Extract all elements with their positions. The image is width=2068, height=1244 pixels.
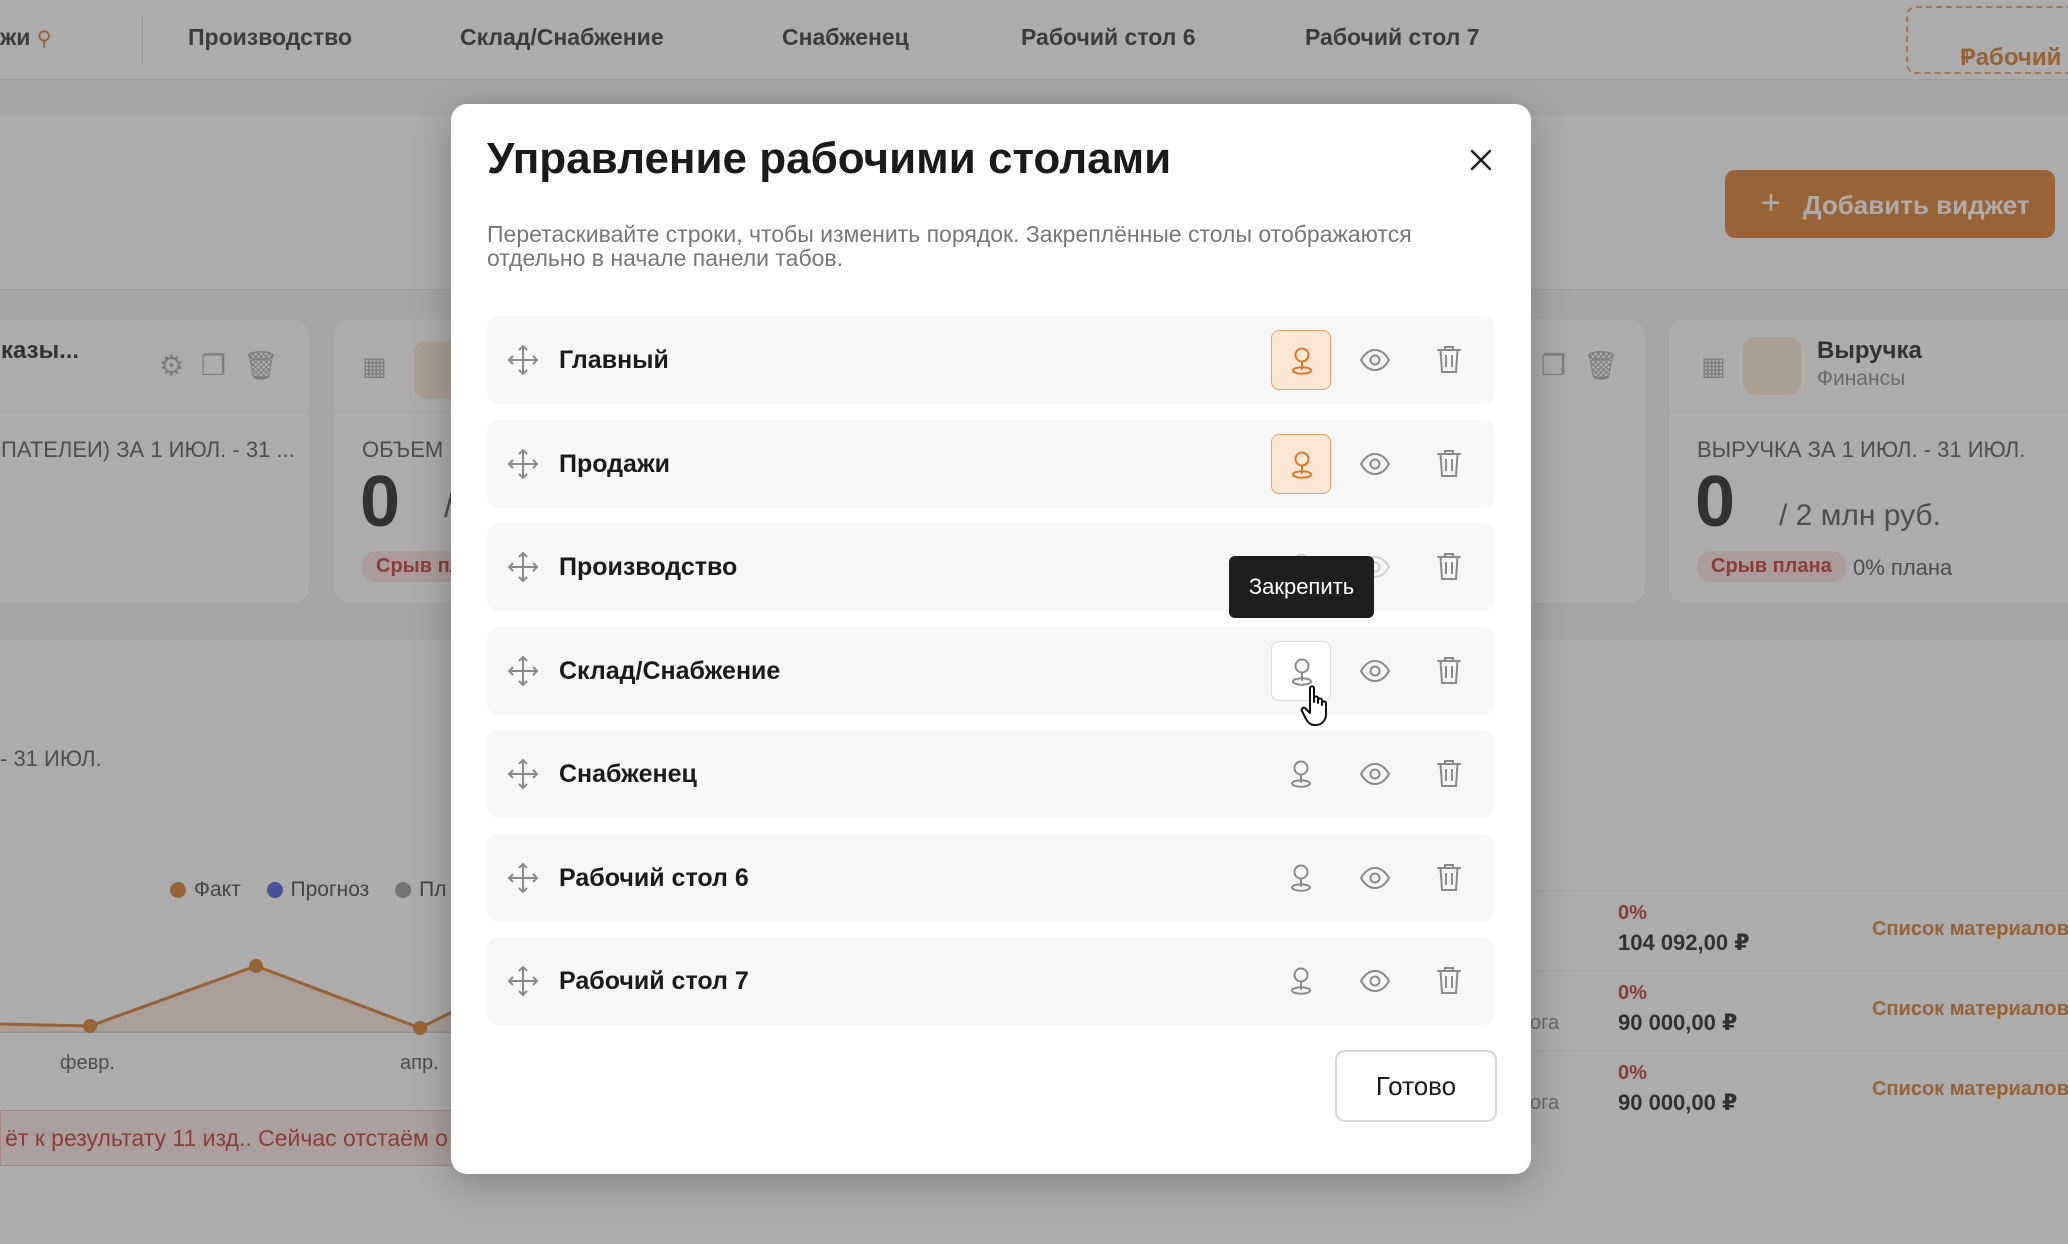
desk-name: Производство	[559, 553, 738, 581]
delete-button[interactable]	[1421, 436, 1477, 492]
eye-icon	[1359, 866, 1391, 889]
delete-button[interactable]	[1421, 953, 1477, 1009]
pin-icon	[1291, 864, 1311, 892]
drag-handle[interactable]	[501, 649, 545, 693]
drag-handle[interactable]	[501, 959, 545, 1003]
eye-icon	[1359, 762, 1391, 786]
pin-icon	[1291, 760, 1311, 788]
manage-desks-modal: Управление рабочими столами Перетаскивай…	[451, 104, 1531, 1174]
desk-row[interactable]: Рабочий стол 6	[487, 833, 1495, 922]
desk-name: Рабочий стол 6	[559, 863, 749, 892]
trash-icon	[1437, 863, 1461, 891]
pin-button[interactable]	[1271, 433, 1331, 494]
move-arrows-icon	[507, 448, 539, 479]
trash-icon	[1437, 967, 1461, 994]
visibility-button[interactable]	[1347, 953, 1403, 1009]
trash-icon	[1437, 449, 1461, 477]
desk-name: Рабочий стол 7	[559, 967, 749, 995]
desk-row[interactable]: Продажи	[487, 419, 1495, 508]
desk-row[interactable]: Главный	[487, 316, 1495, 404]
move-arrows-icon	[507, 344, 539, 376]
drag-handle[interactable]	[501, 545, 545, 589]
desk-row[interactable]: Рабочий стол 7	[487, 937, 1495, 1025]
pin-icon	[1292, 451, 1312, 479]
modal-title: Управление рабочими столами	[487, 134, 1172, 183]
pin-icon	[1292, 347, 1312, 375]
trash-icon	[1437, 553, 1461, 580]
done-button[interactable]: Готово	[1335, 1050, 1497, 1122]
pin-button[interactable]	[1271, 744, 1331, 804]
desk-name: Главный	[559, 346, 669, 374]
move-arrows-icon	[507, 551, 539, 583]
visibility-button[interactable]	[1347, 850, 1403, 906]
visibility-button[interactable]	[1347, 643, 1403, 699]
trash-icon	[1437, 346, 1461, 373]
eye-icon	[1359, 452, 1391, 475]
delete-button[interactable]	[1421, 643, 1477, 699]
drag-handle[interactable]	[501, 442, 545, 486]
pin-button[interactable]	[1271, 848, 1331, 908]
hand-cursor-icon	[1300, 685, 1327, 726]
move-arrows-icon	[507, 862, 539, 893]
eye-icon	[1359, 969, 1391, 993]
visibility-button[interactable]	[1347, 436, 1403, 492]
delete-button[interactable]	[1421, 332, 1477, 388]
desk-name: Склад/Снабжение	[559, 656, 781, 685]
eye-icon	[1359, 348, 1391, 372]
drag-handle[interactable]	[501, 752, 545, 796]
move-arrows-icon	[507, 965, 539, 997]
drag-handle[interactable]	[501, 856, 545, 900]
delete-button[interactable]	[1421, 746, 1477, 802]
visibility-button[interactable]	[1347, 332, 1403, 388]
move-arrows-icon	[507, 655, 539, 686]
pin-button[interactable]	[1271, 951, 1331, 1011]
drag-handle[interactable]	[501, 338, 545, 382]
pin-tooltip: Закрепить	[1229, 556, 1374, 618]
close-button[interactable]	[1461, 140, 1501, 180]
eye-icon	[1359, 659, 1391, 682]
pin-icon	[1291, 967, 1311, 995]
desk-row[interactable]: Склад/Снабжение	[487, 626, 1495, 715]
trash-icon	[1437, 656, 1461, 684]
visibility-button[interactable]	[1347, 746, 1403, 802]
desk-name: Продажи	[559, 449, 671, 478]
desk-name: Снабженец	[559, 760, 697, 788]
close-icon	[1470, 149, 1492, 171]
pin-button[interactable]	[1271, 330, 1331, 390]
delete-button[interactable]	[1421, 539, 1477, 595]
delete-button[interactable]	[1421, 850, 1477, 906]
trash-icon	[1437, 760, 1461, 787]
move-arrows-icon	[507, 758, 539, 790]
modal-description: Перетаскивайте строки, чтобы изменить по…	[487, 221, 1412, 271]
desk-row[interactable]: Снабженец	[487, 730, 1495, 818]
